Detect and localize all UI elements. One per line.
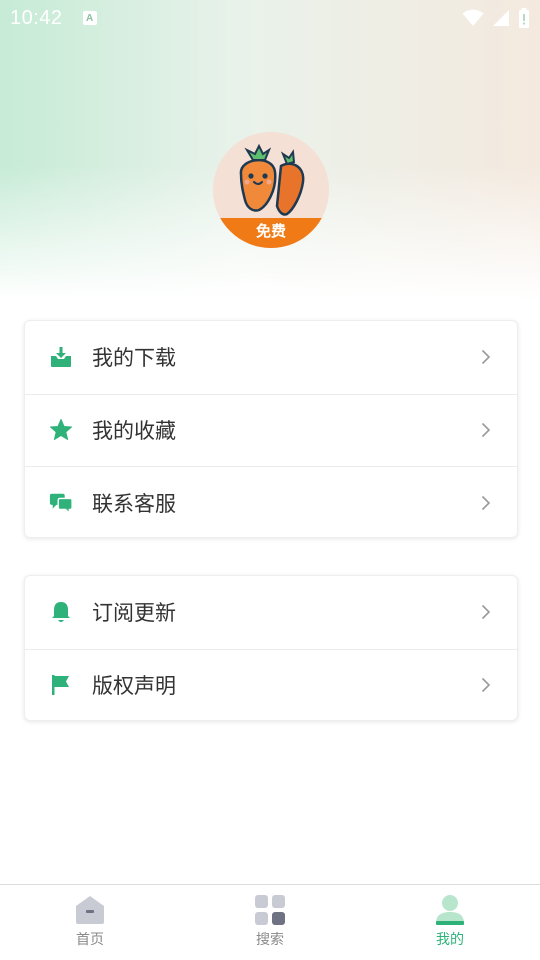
- chat-bubbles-icon: [49, 491, 73, 515]
- flag-icon: [49, 673, 73, 697]
- star-icon: [49, 418, 73, 442]
- menu-item-downloads[interactable]: 我的下载: [25, 321, 517, 394]
- menu-item-copyright[interactable]: 版权声明: [25, 648, 517, 722]
- status-icons: [462, 8, 530, 28]
- menu-item-favorites[interactable]: 我的收藏: [25, 393, 517, 467]
- free-badge: 免费: [213, 218, 329, 248]
- menu-item-label: 版权声明: [92, 674, 176, 699]
- battery-icon: [519, 8, 529, 28]
- download-tray-icon: [49, 345, 73, 369]
- bell-icon: [49, 600, 73, 624]
- nav-tab-search[interactable]: 搜索: [180, 885, 360, 960]
- menu-item-label: 我的收藏: [92, 419, 176, 444]
- chevron-right-icon: [481, 678, 491, 693]
- nav-label: 我的: [436, 932, 464, 948]
- menu-item-label: 我的下载: [92, 346, 176, 371]
- chevron-right-icon: [481, 350, 491, 365]
- wifi-icon: [462, 9, 484, 26]
- menu-item-label: 订阅更新: [92, 601, 176, 626]
- status-bar: 10:42 A: [0, 0, 540, 36]
- nav-tab-home[interactable]: 首页: [0, 885, 180, 960]
- nav-label: 首页: [76, 932, 104, 948]
- menu-item-label: 联系客服: [92, 491, 176, 516]
- chevron-right-icon: [481, 495, 491, 510]
- menu-item-subscribe-updates[interactable]: 订阅更新: [25, 576, 517, 649]
- home-icon: [76, 896, 104, 924]
- status-time: 10:42: [10, 6, 63, 29]
- bottom-nav: 首页 搜索 我的: [0, 884, 540, 960]
- chevron-right-icon: [481, 423, 491, 438]
- menu-card-secondary: 订阅更新 版权声明: [24, 575, 518, 721]
- carrot-icon: [239, 144, 305, 216]
- menu-item-customer-service[interactable]: 联系客服: [25, 466, 517, 539]
- grid-icon: [255, 895, 285, 925]
- avatar[interactable]: 免费: [213, 132, 329, 248]
- signal-icon: [493, 10, 509, 26]
- menu-card-primary: 我的下载 我的收藏 联系客服: [24, 320, 518, 538]
- nav-label: 搜索: [256, 932, 284, 948]
- a-icon: A: [82, 11, 97, 25]
- chevron-right-icon: [481, 605, 491, 620]
- nav-tab-mine[interactable]: 我的: [360, 885, 540, 960]
- profile-icon: [436, 895, 464, 925]
